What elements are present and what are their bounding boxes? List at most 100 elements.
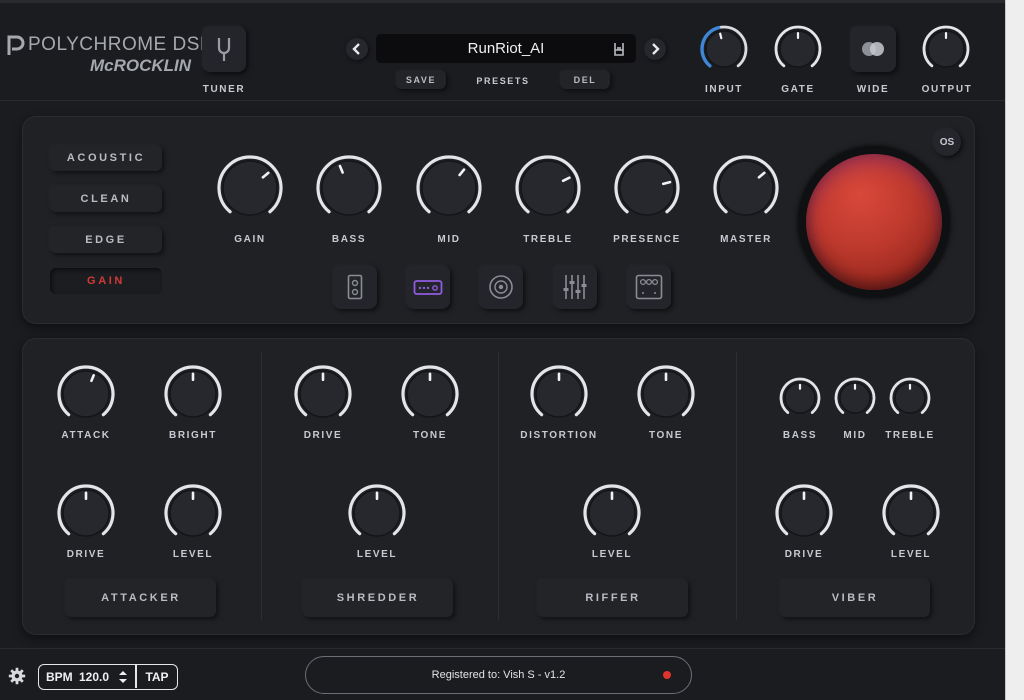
wide-button[interactable] xyxy=(850,26,896,72)
knob-graphic xyxy=(775,484,833,537)
bpm-label: BPM xyxy=(46,670,73,684)
riffer-level-knob[interactable] xyxy=(583,484,641,542)
gate-knob[interactable] xyxy=(774,25,822,73)
amp-mid-knob[interactable] xyxy=(416,155,482,221)
speaker-button[interactable] xyxy=(479,265,523,309)
knob-graphic xyxy=(713,155,779,216)
bpm-value[interactable]: 120.0 xyxy=(79,670,109,684)
stereo-circles-icon xyxy=(862,42,884,56)
amp-gain-knob[interactable] xyxy=(217,155,283,221)
shredder-drive-knob[interactable] xyxy=(294,365,352,423)
knob-graphic xyxy=(348,484,406,537)
viber-treble-label: TREBLE xyxy=(885,430,935,441)
viber-drive-knob[interactable] xyxy=(775,484,833,542)
amp-head-icon xyxy=(413,280,443,295)
viber-mid-knob[interactable] xyxy=(834,377,876,419)
amp-presence-label: PRESENCE xyxy=(613,234,681,245)
knob-graphic xyxy=(530,365,588,418)
viber-toggle-button[interactable]: VIBER xyxy=(780,579,930,617)
knob-graphic xyxy=(164,484,222,537)
knob-graphic xyxy=(294,365,352,418)
viber-treble-knob[interactable] xyxy=(889,377,931,419)
knob-graphic xyxy=(416,155,482,216)
mode-edge-label: EDGE xyxy=(85,234,127,246)
knob-graphic xyxy=(882,484,940,537)
amp-treble-knob[interactable] xyxy=(515,155,581,221)
shredder-toggle-button[interactable]: SHREDDER xyxy=(303,579,453,617)
amp-power-disc[interactable] xyxy=(798,146,950,298)
knob-graphic xyxy=(922,25,970,68)
riffer-toggle-button[interactable]: RIFFER xyxy=(538,579,688,617)
knob-graphic xyxy=(889,377,931,414)
presets-button[interactable]: PRESETS xyxy=(470,76,536,86)
knob-body xyxy=(718,160,774,216)
viber-bass-knob[interactable] xyxy=(779,377,821,419)
pedal-divider xyxy=(261,352,262,620)
preset-display[interactable]: RunRiot_AI xyxy=(376,34,636,63)
input-knob[interactable] xyxy=(700,25,748,73)
brand-logo: POLYCHROME DSP McROCKLIN xyxy=(6,30,213,80)
shredder-level-knob[interactable] xyxy=(348,484,406,542)
chevron-left-icon xyxy=(352,43,360,55)
attacker-attack-knob[interactable] xyxy=(57,365,115,423)
attacker-level-label: LEVEL xyxy=(172,549,214,560)
tuner-button[interactable] xyxy=(202,26,246,72)
mode-clean-button[interactable]: CLEAN xyxy=(50,186,162,212)
mode-edge-button[interactable]: EDGE xyxy=(50,227,162,253)
amp-presence-knob[interactable] xyxy=(614,155,680,221)
attacker-level-knob[interactable] xyxy=(164,484,222,542)
mode-clean-label: CLEAN xyxy=(80,193,132,205)
registration-text: Registered to: Vish S - v1.2 xyxy=(431,669,566,681)
status-dot xyxy=(663,671,671,679)
prev-preset-button[interactable] xyxy=(346,38,368,60)
tap-button[interactable]: TAP xyxy=(137,670,177,684)
amp-head-button[interactable] xyxy=(406,265,450,309)
knob-graphic xyxy=(583,484,641,537)
knob-body xyxy=(619,160,675,216)
knob-graphic xyxy=(57,484,115,537)
save-button[interactable]: SAVE xyxy=(396,70,446,89)
eq-button[interactable] xyxy=(553,265,597,309)
riffer-distortion-knob[interactable] xyxy=(530,365,588,423)
settings-button[interactable] xyxy=(8,667,26,685)
os-label: OS xyxy=(939,136,955,148)
chevron-right-icon xyxy=(652,43,660,55)
attacker-drive-label: DRIVE xyxy=(66,549,106,560)
viber-level-knob[interactable] xyxy=(882,484,940,542)
mode-gain-button[interactable]: GAIN xyxy=(50,268,162,294)
preset-name: RunRiot_AI xyxy=(467,40,545,57)
output-knob[interactable] xyxy=(922,25,970,73)
cabinet-button[interactable] xyxy=(333,265,377,309)
shredder-tone-knob[interactable] xyxy=(401,365,459,423)
gate-label: GATE xyxy=(781,84,815,95)
knob-body xyxy=(62,370,110,418)
delete-button[interactable]: DEL xyxy=(560,70,610,89)
bpm-control: BPM 120.0 TAP xyxy=(38,664,178,690)
gear-icon xyxy=(8,667,26,685)
riffer-tone-knob[interactable] xyxy=(637,365,695,423)
attacker-drive-knob[interactable] xyxy=(57,484,115,542)
amp-gain-label: GAIN xyxy=(234,234,266,245)
knob-graphic xyxy=(774,25,822,68)
knob-graphic xyxy=(834,377,876,414)
amp-bass-knob[interactable] xyxy=(316,155,382,221)
wide-label: WIDE xyxy=(856,84,890,95)
bpm-stepper-icon[interactable] xyxy=(118,670,128,684)
attacker-name: ATTACKER xyxy=(101,592,181,604)
attacker-toggle-button[interactable]: ATTACKER xyxy=(66,579,216,617)
next-preset-button[interactable] xyxy=(644,38,666,60)
amp-bass-label: BASS xyxy=(331,234,367,245)
eq-sliders-icon xyxy=(563,275,587,299)
footer-divider xyxy=(0,648,1005,649)
knob-body xyxy=(520,160,576,216)
amp-master-knob[interactable] xyxy=(713,155,779,221)
attacker-bright-knob[interactable] xyxy=(164,365,222,423)
knob-body xyxy=(321,160,377,216)
knob-pointer xyxy=(719,32,723,40)
pedal-icon xyxy=(635,274,663,300)
mode-acoustic-label: ACOUSTIC xyxy=(66,152,146,164)
pedal-button[interactable] xyxy=(627,265,671,309)
os-button[interactable]: OS xyxy=(933,128,961,156)
mode-acoustic-button[interactable]: ACOUSTIC xyxy=(50,145,162,171)
pedal-divider xyxy=(498,352,499,620)
